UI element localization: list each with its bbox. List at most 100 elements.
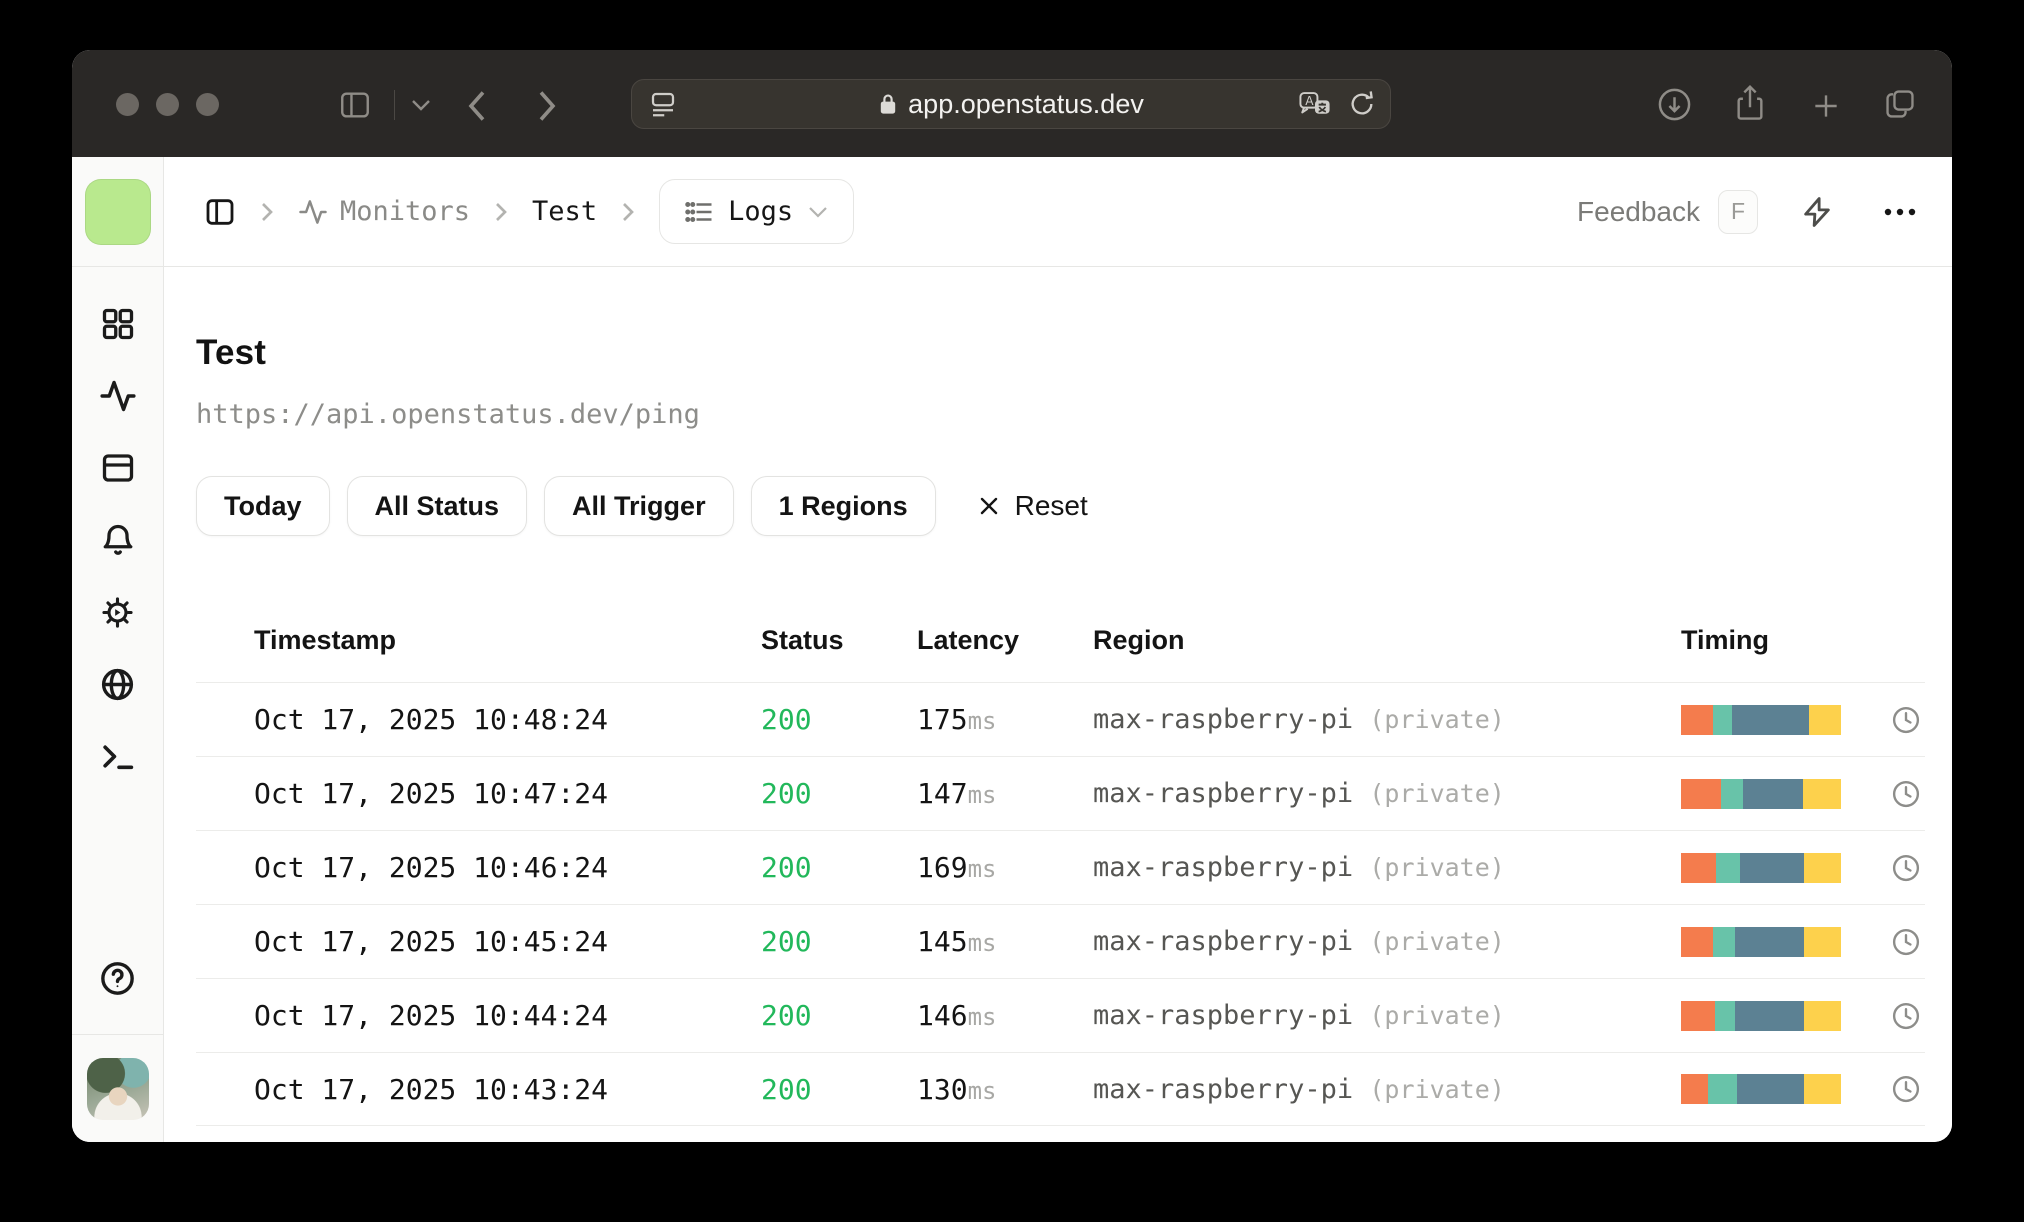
minimize-window-button[interactable] <box>156 93 179 116</box>
filter-button[interactable]: Today <box>196 476 330 536</box>
log-latency-value: 146 <box>917 999 968 1032</box>
log-table-row[interactable]: Oct 17, 2025 10:47:24 200 147ms max-rasp… <box>196 756 1925 830</box>
log-region: max-raspberry-pi <box>1093 778 1354 809</box>
log-table-row[interactable]: Oct 17, 2025 10:48:24 200 175ms max-rasp… <box>196 682 1925 756</box>
lock-icon <box>880 94 896 114</box>
log-latency-unit: ms <box>967 929 997 957</box>
timing-segment <box>1713 926 1736 957</box>
breadcrumb-monitor-name[interactable]: Test <box>532 196 597 227</box>
workspace-logo[interactable] <box>84 178 151 245</box>
log-status-code: 200 <box>761 925 812 958</box>
sidebar-item-help[interactable] <box>82 942 154 1014</box>
close-window-button[interactable] <box>116 93 139 116</box>
filter-bar: Today All Status All Trigger 1 Regions Rese… <box>196 476 1925 536</box>
timing-segment <box>1681 926 1713 957</box>
sidebar-item-status-pages[interactable] <box>82 432 154 504</box>
clock-icon[interactable] <box>1891 927 1921 957</box>
back-button-icon[interactable] <box>464 88 490 124</box>
timing-segment <box>1716 852 1741 883</box>
timing-segment <box>1804 852 1841 883</box>
column-header-latency: Latency <box>917 624 1020 655</box>
log-table-row[interactable]: Oct 17, 2025 10:43:24 200 130ms max-rasp… <box>196 1052 1925 1126</box>
log-table-row[interactable]: Oct 17, 2025 10:45:24 200 145ms max-rasp… <box>196 904 1925 978</box>
browser-sidebar-toggle-icon[interactable] <box>337 88 373 122</box>
breadcrumb-monitors[interactable]: Monitors <box>298 196 470 227</box>
log-latency-unit: ms <box>967 1076 997 1105</box>
log-region: max-raspberry-pi <box>1093 1073 1354 1105</box>
browser-titlebar: app.openstatus.dev A <box>72 50 1952 157</box>
clock-icon[interactable] <box>1891 853 1921 883</box>
timing-bar <box>1681 1000 1841 1031</box>
timing-segment <box>1681 1074 1709 1104</box>
share-icon[interactable] <box>1733 83 1767 123</box>
sidebar-item-cli[interactable] <box>82 720 154 792</box>
help-icon <box>101 961 134 995</box>
titlebar-divider <box>394 90 395 120</box>
new-tab-icon[interactable] <box>1810 90 1842 122</box>
log-region: max-raspberry-pi <box>1093 704 1354 735</box>
log-table-row[interactable]: Oct 17, 2025 10:44:24 200 146ms max-rasp… <box>196 978 1925 1052</box>
sidebar-item-notifications[interactable] <box>82 504 154 576</box>
clock-icon[interactable] <box>1891 779 1921 809</box>
log-region-visibility: (private) <box>1369 705 1505 734</box>
timing-segment <box>1681 1000 1715 1031</box>
timing-bar <box>1681 852 1841 883</box>
app-sidebar-toggle-icon[interactable] <box>204 196 236 228</box>
browser-window: app.openstatus.dev A Monitors Test Logs … <box>72 50 1952 1142</box>
log-latency-unit: ms <box>967 781 997 809</box>
log-latency-unit: ms <box>967 855 997 883</box>
chevron-right-icon <box>619 200 637 224</box>
feedback-button[interactable]: Feedback <box>1577 196 1700 228</box>
sidebar-item-regions[interactable] <box>82 648 154 720</box>
timing-segment <box>1802 778 1841 809</box>
timing-segment <box>1804 1000 1841 1031</box>
sidebar-item-monitors[interactable] <box>82 360 154 432</box>
clock-icon[interactable] <box>1891 705 1921 735</box>
timing-segment <box>1804 1074 1841 1104</box>
lightning-icon[interactable] <box>1800 195 1834 229</box>
more-options-icon[interactable] <box>1882 206 1918 218</box>
timing-segment <box>1740 852 1805 883</box>
zoom-window-button[interactable] <box>196 93 219 116</box>
activity-icon <box>99 380 136 412</box>
log-region: max-raspberry-pi <box>1093 1000 1354 1031</box>
timing-segment <box>1732 704 1809 735</box>
timing-segment <box>1714 1000 1736 1031</box>
downloads-icon[interactable] <box>1657 87 1692 122</box>
filter-button[interactable]: 1 Regions <box>750 476 936 536</box>
sidebar-item-dashboard[interactable] <box>82 288 154 360</box>
timing-segment <box>1808 704 1841 735</box>
monitor-endpoint-url: https://api.openstatus.dev/ping <box>196 399 700 430</box>
clock-icon[interactable] <box>1891 1001 1921 1031</box>
timing-segment <box>1735 1000 1805 1031</box>
sidebar-chevron-down-icon[interactable] <box>410 98 432 112</box>
log-region: max-raspberry-pi <box>1093 926 1354 957</box>
log-latency-value: 145 <box>917 925 968 958</box>
timing-segment <box>1743 778 1803 809</box>
address-bar[interactable]: app.openstatus.dev A <box>631 79 1391 129</box>
timing-bar <box>1681 778 1841 809</box>
log-timestamp: Oct 17, 2025 10:44:24 <box>254 999 609 1032</box>
filter-button[interactable]: All Status <box>346 476 528 536</box>
sidebar-item-settings[interactable] <box>82 576 154 648</box>
log-latency-value: 175 <box>917 703 968 736</box>
clock-icon[interactable] <box>1891 1074 1921 1104</box>
traffic-lights <box>116 93 219 116</box>
panel-top-icon <box>102 454 133 482</box>
user-avatar[interactable] <box>86 1057 149 1120</box>
tab-overview-icon[interactable] <box>1882 86 1918 122</box>
log-status-code: 200 <box>761 999 812 1032</box>
filter-button[interactable]: All Trigger <box>544 476 734 536</box>
log-latency-value: 169 <box>917 851 968 884</box>
reset-filters-button[interactable]: Reset <box>977 490 1088 522</box>
list-icon <box>685 201 712 222</box>
translate-icon[interactable]: A <box>1298 89 1332 119</box>
view-switcher-logs[interactable]: Logs <box>659 179 855 244</box>
table-body: Oct 17, 2025 10:48:24 200 175ms max-rasp… <box>196 682 1925 1126</box>
forward-button-icon[interactable] <box>534 88 560 124</box>
log-table-row[interactable]: Oct 17, 2025 10:46:24 200 169ms max-rasp… <box>196 830 1925 904</box>
log-status-code: 200 <box>761 851 812 884</box>
reload-icon[interactable] <box>1348 90 1376 118</box>
timing-segment <box>1708 1074 1737 1104</box>
log-status-code: 200 <box>761 777 812 810</box>
